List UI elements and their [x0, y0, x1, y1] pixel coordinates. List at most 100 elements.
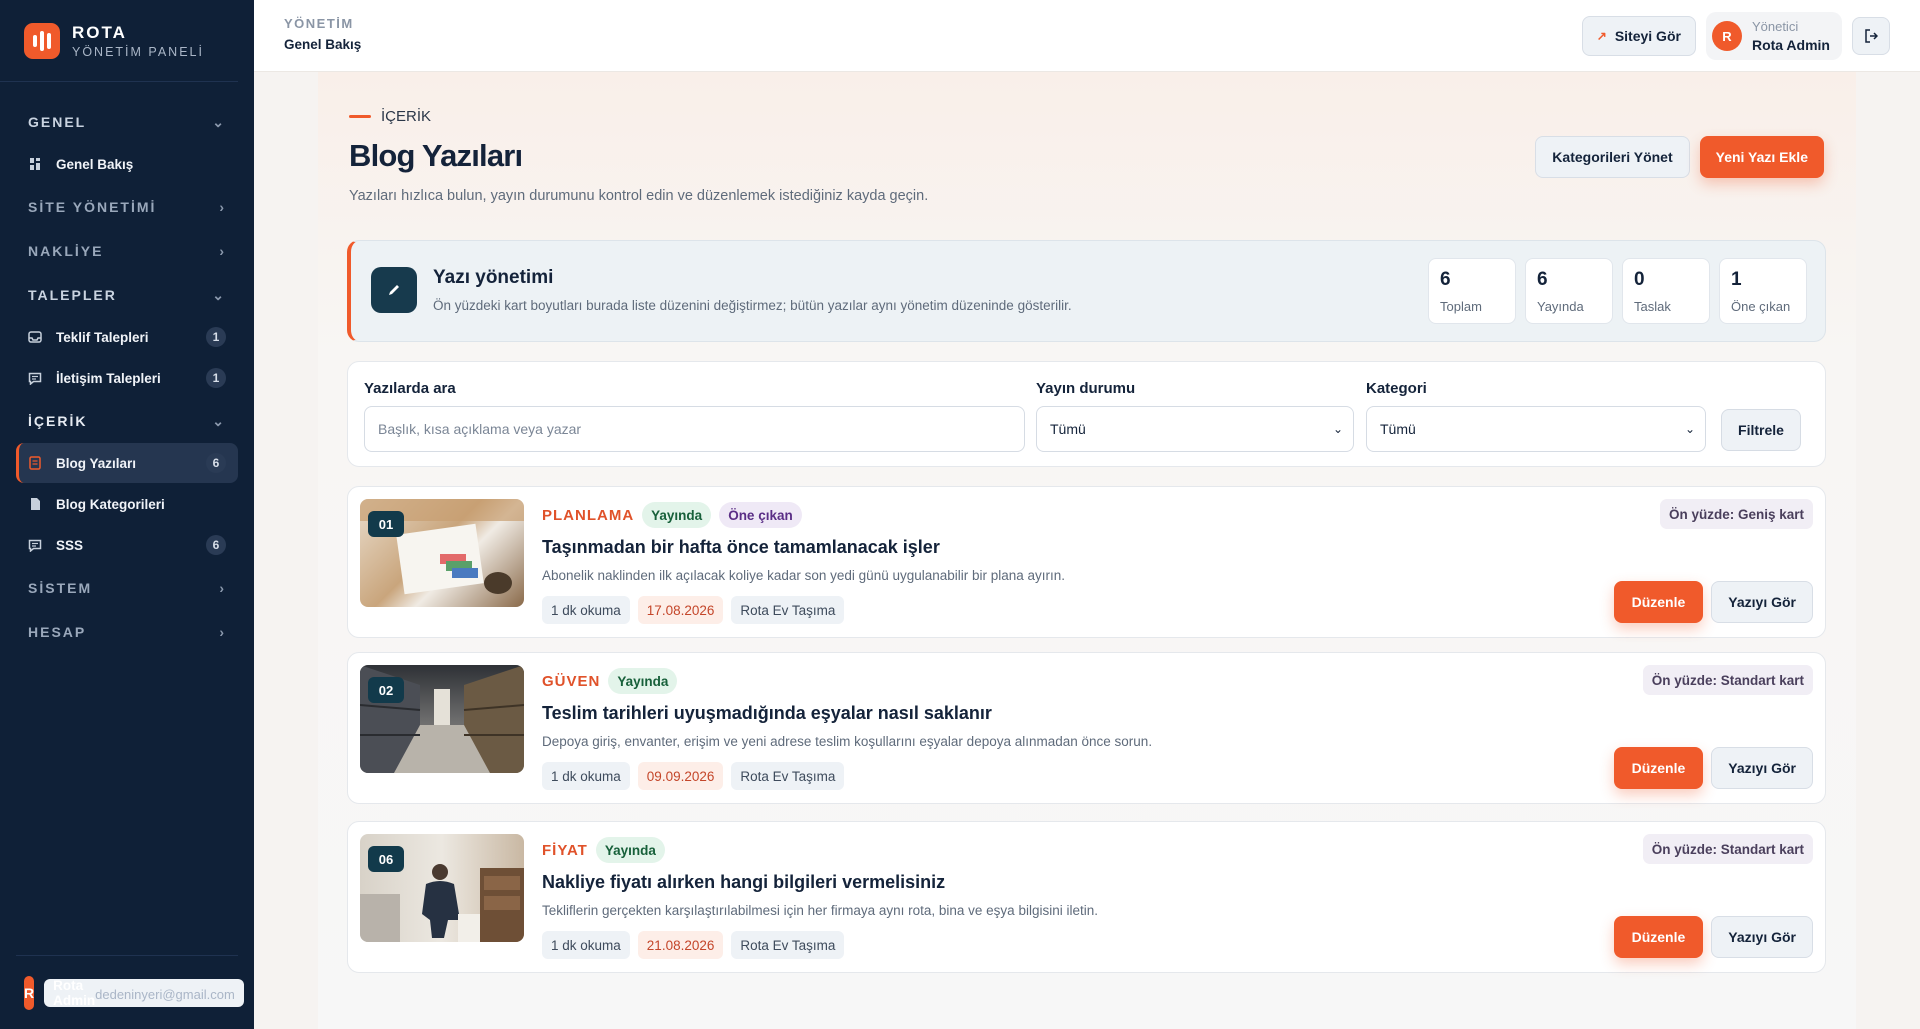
manage-categories-button[interactable]: Kategorileri Yönet: [1535, 136, 1690, 178]
front-layout-badge: Ön yüzde: Standart kart: [1642, 834, 1813, 864]
search-label: Yazılarda ara: [364, 380, 456, 397]
breadcrumb: YÖNETİM Genel Bakış: [284, 16, 361, 52]
chevron-down-icon: ⌄: [212, 113, 226, 130]
eyebrow-label: İÇERİK: [381, 108, 432, 125]
breadcrumb-section: YÖNETİM: [284, 16, 354, 31]
sidebar-item-teklif[interactable]: Teklif Talepleri 1: [16, 317, 238, 357]
nav-section-nakliye[interactable]: NAKLİYE ›: [16, 229, 238, 273]
post-card: 02 GÜVEN Yayında Teslim tarihleri uyuşma…: [347, 652, 1826, 804]
post-thumbnail[interactable]: 02: [360, 665, 524, 773]
sidebar-item-blog-yazilari[interactable]: Blog Yazıları 6: [16, 443, 238, 483]
category-select[interactable]: Tümü ⌄: [1366, 406, 1706, 452]
brand-subtitle: YÖNETİM PANELİ: [72, 44, 204, 59]
nav-section-label: NAKLİYE: [28, 243, 104, 259]
sidebar-item-genel-bakis[interactable]: Genel Bakış: [16, 144, 238, 184]
new-post-button[interactable]: Yeni Yazı Ekle: [1699, 136, 1824, 178]
nav-section-label: TALEPLER: [28, 287, 117, 303]
nav-section-talepler[interactable]: TALEPLER ⌄: [16, 273, 238, 317]
logout-icon[interactable]: [1852, 17, 1890, 55]
edit-button[interactable]: Düzenle: [1613, 916, 1704, 958]
count-badge: 6: [206, 453, 226, 473]
read-time: 1 dk okuma: [542, 931, 630, 959]
view-post-button[interactable]: Yazıyı Gör: [1711, 747, 1813, 789]
sidebar-nav: GENEL ⌄ Genel Bakış SİTE YÖNETİMİ › NAKL…: [0, 82, 254, 654]
header-user[interactable]: R Yönetici Rota Admin: [1705, 12, 1842, 60]
brand[interactable]: ROTA YÖNETİM PANELİ: [0, 0, 238, 82]
chat-icon: [28, 371, 42, 385]
page-title: Blog Yazıları: [349, 138, 523, 173]
sidebar-item-label: Genel Bakış: [56, 156, 134, 172]
post-date: 17.08.2026: [637, 596, 724, 624]
view-post-button[interactable]: Yazıyı Gör: [1711, 916, 1813, 958]
post-title[interactable]: Teslim tarihleri uyuşmadığında eşyalar n…: [542, 703, 992, 724]
stat-value: 0: [1634, 269, 1645, 290]
chevron-down-icon: ⌄: [212, 286, 226, 303]
stat-draft: 0 Taslak: [1622, 258, 1710, 324]
user-name: Rota Admin: [1751, 37, 1830, 53]
chevron-right-icon: ›: [219, 243, 226, 259]
category-label: Kategori: [1366, 380, 1427, 397]
stat-published: 6 Yayında: [1525, 258, 1613, 324]
nav-section-icerik[interactable]: İÇERİK ⌄: [16, 399, 238, 443]
external-link-icon: ↗: [1596, 29, 1607, 43]
user-name: Rota Admin: [53, 977, 96, 1008]
page-subtitle: Yazıları hızlıca bulun, yayın durumunu k…: [349, 188, 929, 204]
sidebar-item-sss[interactable]: SSS 6: [16, 525, 238, 565]
status-label: Yayın durumu: [1036, 380, 1136, 397]
featured-badge: Öne çıkan: [719, 502, 802, 528]
nav-section-label: HESAP: [28, 624, 87, 640]
post-number: 01: [368, 511, 404, 537]
stat-featured: 1 Öne çıkan: [1719, 258, 1807, 324]
stats: 6 Toplam 6 Yayında 0 Taslak 1 Öne çıkan: [1428, 258, 1807, 324]
nav-section-genel[interactable]: GENEL ⌄: [16, 100, 238, 144]
user-role: Yönetici: [1751, 19, 1799, 34]
status-select-value: Tümü: [1050, 421, 1086, 437]
avatar: R: [24, 975, 35, 1010]
nav-section-hesap[interactable]: HESAP ›: [16, 610, 238, 654]
chevron-down-icon: ⌄: [1684, 422, 1695, 436]
filter-button[interactable]: Filtrele: [1721, 409, 1801, 451]
view-post-button[interactable]: Yazıyı Gör: [1711, 581, 1813, 623]
status-badge: Yayında: [595, 837, 665, 863]
edit-button[interactable]: Düzenle: [1613, 747, 1704, 789]
view-site-button[interactable]: ↗ Siteyi Gör: [1581, 16, 1696, 56]
edit-button[interactable]: Düzenle: [1613, 581, 1704, 623]
status-select[interactable]: Tümü ⌄: [1036, 406, 1354, 452]
post-desc: Abonelik naklinden ilk açılacak koliye k…: [542, 568, 1066, 583]
post-card: 01 PLANLAMA Yayında Öne çıkan Taşınmadan…: [347, 486, 1826, 638]
topbar: YÖNETİM Genel Bakış ↗ Siteyi Gör R Yönet…: [254, 0, 1920, 72]
post-thumbnail[interactable]: 01: [360, 499, 524, 607]
management-desc: Ön yüzdeki kart boyutları burada liste d…: [433, 298, 1072, 313]
user-email: dedeninyeri@gmail.com: [95, 986, 235, 1002]
post-desc: Depoya giriş, envanter, erişim ve yeni a…: [542, 734, 1153, 749]
chevron-right-icon: ›: [219, 199, 226, 215]
avatar: R: [1711, 21, 1742, 51]
post-thumbnail[interactable]: 06: [360, 834, 524, 942]
sidebar-user[interactable]: R Rota Admin dedeninyeri@gmail.com: [16, 955, 244, 1029]
post-title[interactable]: Taşınmadan bir hafta önce tamamlanacak i…: [542, 537, 940, 558]
sidebar-item-iletisim[interactable]: İletişim Talepleri 1: [16, 358, 238, 398]
post-category: FİYAT: [542, 841, 588, 859]
status-badge: Yayında: [642, 502, 712, 528]
stat-label: Toplam: [1440, 299, 1482, 314]
nav-section-sistem[interactable]: SİSTEM ›: [16, 566, 238, 610]
management-panel: Yazı yönetimi Ön yüzdeki kart boyutları …: [347, 240, 1826, 342]
post-title[interactable]: Nakliye fiyatı alırken hangi bilgileri v…: [542, 872, 945, 893]
chevron-right-icon: ›: [219, 580, 226, 596]
nav-section-label: SİTE YÖNETİMİ: [28, 199, 157, 215]
nav-section-site[interactable]: SİTE YÖNETİMİ ›: [16, 185, 238, 229]
sidebar-item-label: Teklif Talepleri: [56, 329, 149, 345]
count-badge: 1: [206, 368, 226, 388]
post-date: 21.08.2026: [637, 931, 724, 959]
main-content: İÇERİK Blog Yazıları Yazıları hızlıca bu…: [318, 72, 1856, 1029]
post-author: Rota Ev Taşıma: [731, 931, 845, 959]
section-eyebrow: İÇERİK: [349, 108, 431, 125]
document-icon: [28, 497, 42, 511]
sidebar-item-blog-kategorileri[interactable]: Blog Kategorileri: [16, 484, 238, 524]
sidebar-item-label: SSS: [56, 537, 84, 553]
post-author: Rota Ev Taşıma: [731, 762, 845, 790]
post-category: PLANLAMA: [542, 506, 635, 524]
post-number: 06: [368, 846, 404, 872]
search-input[interactable]: Başlık, kısa açıklama veya yazar: [364, 406, 1025, 452]
breadcrumb-page[interactable]: Genel Bakış: [284, 37, 361, 52]
